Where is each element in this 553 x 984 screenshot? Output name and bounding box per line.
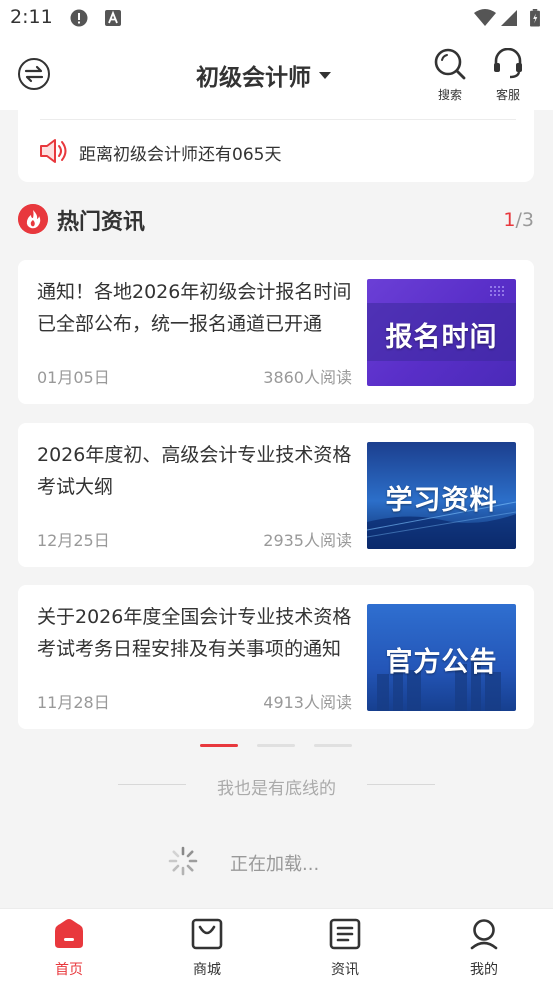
caret-down-icon	[319, 71, 331, 79]
news-read-count: 4913人阅读	[263, 693, 352, 712]
news-thumbnail: 官方公告	[367, 604, 516, 711]
end-of-list-text: 我也是有底线的	[217, 779, 336, 799]
carousel-indicator	[200, 744, 354, 748]
search-label: 搜索	[437, 88, 462, 102]
thumbnail-caption: 报名时间	[385, 322, 498, 353]
page-indicator: 1/3	[503, 209, 534, 231]
news-date: 01月05日	[37, 368, 110, 387]
wifi-icon	[474, 9, 496, 26]
news-card[interactable]: 通知！各地2026年初级会计报名时间已全部公布，统一报名通道已开通 01月05日…	[18, 260, 534, 404]
news-card[interactable]: 2026年度初、高级会计专业技术资格考试大纲 12月25日 2935人阅读 学习…	[18, 423, 534, 567]
news-title: 通知！各地2026年初级会计报名时间已全部公布，统一报名通道已开通	[37, 281, 352, 335]
news-thumbnail: 学习资料	[367, 442, 516, 549]
news-card[interactable]: 关于2026年度全国会计专业技术资格考试考务日程安排及有关事项的通知 11月28…	[18, 585, 534, 729]
customer-service-button[interactable]: 客服	[488, 47, 528, 103]
thumbnail-caption: 官方公告	[385, 647, 498, 678]
tab-label: 商城	[193, 962, 221, 978]
section-title: 热门资讯	[57, 210, 146, 235]
carousel-dot[interactable]	[257, 744, 295, 747]
news-thumbnail: 报名时间	[367, 279, 516, 386]
home-icon	[55, 919, 83, 948]
news-title: 关于2026年度全国会计专业技术资格考试考务日程安排及有关事项的通知	[37, 606, 352, 660]
tab-news[interactable]: 资讯	[310, 917, 380, 979]
profile-icon	[470, 919, 498, 950]
news-date: 12月25日	[37, 531, 110, 550]
bottom-tab-bar: 首页 商城 资讯 我的	[0, 908, 553, 984]
speaker-icon	[40, 139, 67, 163]
end-of-list-divider: 我也是有底线的	[118, 772, 435, 799]
status-bar: 2:11	[0, 0, 553, 36]
service-label: 客服	[495, 88, 520, 102]
signal-icon	[501, 10, 517, 26]
status-time: 2:11	[10, 6, 53, 28]
exam-countdown-card: 距离初级会计师还有065天	[18, 110, 534, 182]
news-icon	[329, 918, 361, 950]
app-notification-icon	[105, 10, 121, 26]
news-read-count: 3860人阅读	[263, 368, 352, 387]
loading-indicator: 正在加载...	[168, 846, 388, 878]
news-date: 11月28日	[37, 693, 110, 712]
page-total: /3	[515, 209, 535, 231]
page-title: 初级会计师	[196, 65, 311, 91]
carousel-dot[interactable]	[314, 744, 352, 747]
news-title: 2026年度初、高级会计专业技术资格考试大纲	[37, 444, 352, 498]
battery-icon	[530, 9, 540, 27]
divider	[40, 119, 516, 120]
alert-icon	[70, 9, 88, 27]
countdown-text: 距离初级会计师还有065天	[79, 145, 282, 165]
tab-label: 首页	[55, 962, 83, 978]
tab-label: 资讯	[331, 962, 359, 978]
divider-right	[367, 784, 435, 785]
headset-icon	[494, 47, 522, 79]
tab-mall[interactable]: 商城	[172, 917, 242, 979]
carousel-dot-active[interactable]	[200, 744, 238, 747]
search-button[interactable]: 搜索	[430, 48, 470, 103]
tab-label: 我的	[470, 962, 498, 978]
app-header: 初级会计师 搜索 客服	[0, 36, 553, 110]
search-icon	[434, 48, 466, 80]
fire-icon	[18, 204, 48, 234]
shopping-bag-icon	[191, 918, 223, 950]
exam-selector[interactable]: 初级会计师	[196, 58, 331, 92]
tab-profile[interactable]: 我的	[449, 917, 519, 979]
hot-news-header: 热门资讯 1/3	[18, 200, 534, 240]
switch-icon[interactable]	[18, 58, 50, 90]
spinner-icon	[168, 846, 198, 876]
news-read-count: 2935人阅读	[263, 531, 352, 550]
thumbnail-caption: 学习资料	[385, 485, 498, 516]
loading-text: 正在加载...	[230, 854, 320, 875]
tab-home[interactable]: 首页	[34, 917, 104, 979]
page-current: 1	[503, 209, 516, 231]
